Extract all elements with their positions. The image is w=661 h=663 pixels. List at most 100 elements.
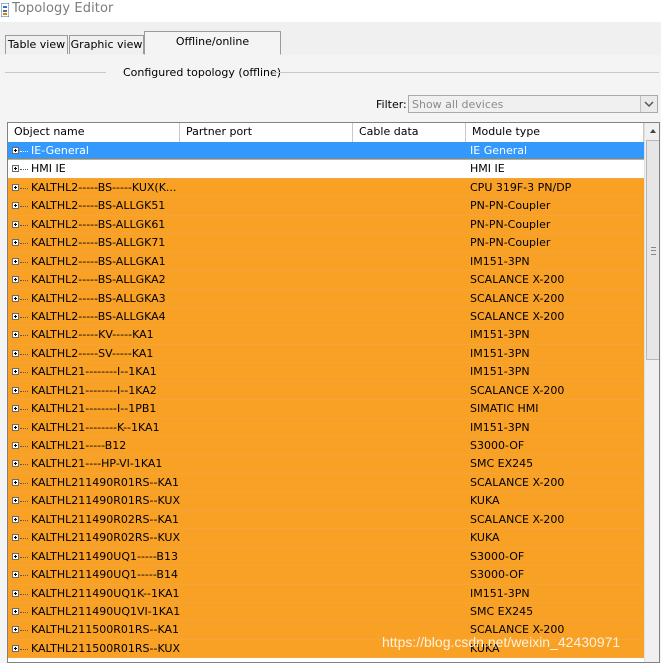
plus-box-icon[interactable] xyxy=(12,460,19,468)
plus-box-icon[interactable] xyxy=(12,442,19,449)
module-type-cell: SIMATIC HMI xyxy=(470,402,539,416)
module-type-cell: CPU 319F-3 PN/DP xyxy=(470,180,572,194)
plus-box-icon[interactable] xyxy=(12,312,19,320)
object-name-cell: KALTHL2-----BS-ALLGKA2 xyxy=(31,273,166,287)
table-row[interactable]: KALTHL21--------I--1PB1 SIMATIC HMI xyxy=(8,400,644,419)
chevron-down-icon[interactable] xyxy=(640,96,657,112)
plus-box-icon[interactable] xyxy=(12,294,19,302)
plus-box-icon[interactable] xyxy=(12,239,19,247)
tree-connector xyxy=(20,538,28,540)
tab-graphic-view[interactable]: Graphic view xyxy=(69,35,144,54)
table-row[interactable]: KALTHL211490UQ1-----B13 S3000-OF xyxy=(8,547,644,567)
plus-box-icon[interactable] xyxy=(12,571,19,579)
plus-box-icon[interactable] xyxy=(12,368,19,376)
table-row[interactable]: KALTHL211490R02RS--KUX KUKA xyxy=(8,529,644,548)
tree-connector xyxy=(20,206,28,208)
tab-table-view[interactable]: Table view xyxy=(5,35,68,54)
table-row[interactable]: KALTHL2-----SV-----KA1 IM151-3PN xyxy=(8,344,644,364)
tree-connector xyxy=(20,243,28,245)
plus-box-icon[interactable] xyxy=(12,497,19,505)
plus-box-icon[interactable] xyxy=(12,607,19,615)
vertical-scrollbar[interactable] xyxy=(644,123,660,662)
table-row[interactable]: KALTHL21----HP-VI-1KA1 SMC EX245 xyxy=(8,455,644,474)
plus-box-icon[interactable] xyxy=(12,386,19,394)
table-row[interactable]: KALTHL211490UQ1VI-1KA1 SMC EX245 xyxy=(8,602,644,622)
module-type-cell: S3000-OF xyxy=(470,568,525,582)
plus-box-icon[interactable] xyxy=(12,220,19,228)
table-row[interactable]: KALTHL211490R02RS--KA1 SCALANCE X-200 xyxy=(8,510,644,530)
tree-connector xyxy=(20,169,28,171)
object-name-cell: KALTHL2-----SV-----KA1 xyxy=(31,346,154,360)
table-row[interactable]: KALTHL211490UQ1-----B14 S3000-OF xyxy=(8,566,644,585)
filter-dropdown[interactable]: Show all devices xyxy=(408,95,658,113)
object-name-cell: KALTHL2-----BS-ALLGKA4 xyxy=(31,309,166,323)
table-row[interactable]: KALTHL2-----BS-ALLGKA4 SCALANCE X-200 xyxy=(8,307,644,327)
plus-box-icon[interactable] xyxy=(12,534,19,542)
plus-box-icon[interactable] xyxy=(12,183,19,191)
plus-box-icon[interactable] xyxy=(12,552,19,560)
object-name-cell: KALTHL2-----BS-----KUX(K... xyxy=(31,180,177,194)
tree-connector xyxy=(20,187,28,189)
table-row[interactable]: KALTHL21--------I--1KA2 SCALANCE X-200 xyxy=(8,381,644,401)
plus-box-icon[interactable] xyxy=(12,165,19,173)
plus-box-icon[interactable] xyxy=(12,405,19,413)
tree-connector xyxy=(20,151,28,152)
table-header: Object name Partner port Cable data Modu… xyxy=(8,123,644,143)
plus-box-icon[interactable] xyxy=(12,515,19,523)
module-type-cell: SCALANCE X-200 xyxy=(470,475,565,489)
tree-connector xyxy=(20,446,28,447)
plus-box-icon[interactable] xyxy=(12,589,19,597)
topology-table: Object name Partner port Cable data Modu… xyxy=(7,122,660,663)
plus-box-icon[interactable] xyxy=(12,644,19,652)
object-name-cell: KALTHL21--------I--1PB1 xyxy=(31,402,157,416)
column-header-cable-data[interactable]: Cable data xyxy=(353,123,466,142)
table-row[interactable]: KALTHL2-----BS-ALLGKA2 SCALANCE X-200 xyxy=(8,271,644,290)
object-name-cell: KALTHL21--------I--1KA2 xyxy=(31,383,157,397)
plus-box-icon[interactable] xyxy=(12,276,19,284)
object-name-cell: KALTHL21--------I--1KA1 xyxy=(31,365,157,379)
module-type-cell: SCALANCE X-200 xyxy=(470,309,565,323)
tree-connector xyxy=(20,519,28,521)
tree-connector xyxy=(20,261,28,263)
scrollbar-thumb[interactable] xyxy=(646,140,659,360)
table-row[interactable]: KALTHL21-----B12 S3000-OF xyxy=(8,437,644,456)
plus-box-icon[interactable] xyxy=(12,147,19,154)
module-type-cell: PN-PN-Coupler xyxy=(470,236,551,250)
tree-connector xyxy=(20,224,28,226)
plus-box-icon[interactable] xyxy=(12,349,19,357)
plus-box-icon[interactable] xyxy=(12,423,19,431)
plus-box-icon[interactable] xyxy=(12,478,19,486)
table-row[interactable]: IE-General IE General xyxy=(8,142,644,161)
table-row[interactable]: KALTHL2-----BS-ALLGKA3 SCALANCE X-200 xyxy=(8,289,644,308)
table-row[interactable]: KALTHL211490R01RS--KUX KUKA xyxy=(8,492,644,511)
tree-connector xyxy=(20,630,28,632)
table-row[interactable]: HMI IE HMI IE xyxy=(8,160,644,179)
table-row[interactable]: KALTHL2-----BS-----KUX(K... CPU 319F-3 PN… xyxy=(8,178,644,198)
scroll-up-arrow-icon[interactable] xyxy=(645,123,660,139)
plus-box-icon[interactable] xyxy=(12,626,19,634)
table-row[interactable]: KALTHL2-----BS-ALLGK51 PN-PN-Coupler xyxy=(8,197,644,216)
table-row[interactable]: KALTHL2-----BS-ALLGK61 PN-PN-Coupler xyxy=(8,215,644,235)
table-row[interactable]: KALTHL2-----BS-ALLGKA1 IM151-3PN xyxy=(8,252,644,272)
column-header-partner-port[interactable]: Partner port xyxy=(180,123,353,142)
column-header-module-type[interactable]: Module type xyxy=(466,123,644,142)
table-row[interactable]: KALTHL211490R01RS--KA1 SCALANCE X-200 xyxy=(8,473,644,493)
table-row[interactable]: KALTHL211490UQ1K--1KA1 IM151-3PN xyxy=(8,584,644,603)
plus-box-icon[interactable] xyxy=(12,202,19,210)
window-title: Topology Editor xyxy=(12,1,114,16)
tree-connector xyxy=(20,427,28,429)
object-name-cell: KALTHL211490UQ1VI-1KA1 xyxy=(31,604,181,618)
module-type-cell: SCALANCE X-200 xyxy=(470,273,565,287)
object-name-cell: KALTHL211490R01RS--KUX xyxy=(31,494,180,508)
table-row[interactable]: KALTHL2-----KV-----KA1 IM151-3PN xyxy=(8,326,644,345)
module-type-cell: PN-PN-Coupler xyxy=(470,199,551,213)
plus-box-icon[interactable] xyxy=(12,331,19,339)
module-type-cell: SCALANCE X-200 xyxy=(470,291,565,305)
table-row[interactable]: KALTHL2-----BS-ALLGK71 PN-PN-Coupler xyxy=(8,234,644,253)
plus-box-icon[interactable] xyxy=(12,257,19,265)
table-row[interactable]: KALTHL21--------I--1KA1 IM151-3PN xyxy=(8,363,644,382)
column-header-object-name[interactable]: Object name xyxy=(8,123,180,142)
table-row[interactable]: KALTHL21--------K--1KA1 IM151-3PN xyxy=(8,418,644,437)
tab-offline-online-comparison[interactable]: Offline/online comparison xyxy=(144,31,281,68)
object-name-cell: KALTHL211490R02RS--KA1 xyxy=(31,512,180,526)
